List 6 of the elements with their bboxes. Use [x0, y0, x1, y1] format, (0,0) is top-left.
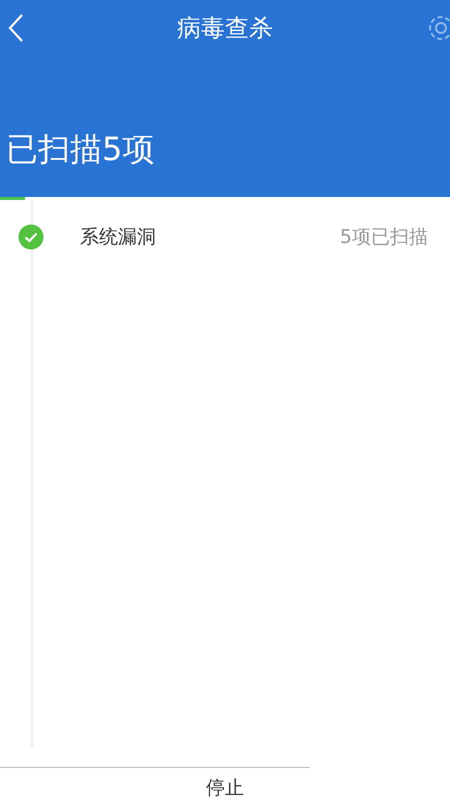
back-icon — [8, 13, 24, 43]
scan-item-name: 系统漏洞 — [80, 225, 157, 250]
scan-summary: 已扫描5项 — [6, 129, 154, 170]
scan-item-status: 5项已扫描 — [340, 225, 428, 250]
page-title: 病毒查杀 — [177, 13, 273, 44]
stop-button[interactable]: 停止 — [206, 775, 244, 801]
